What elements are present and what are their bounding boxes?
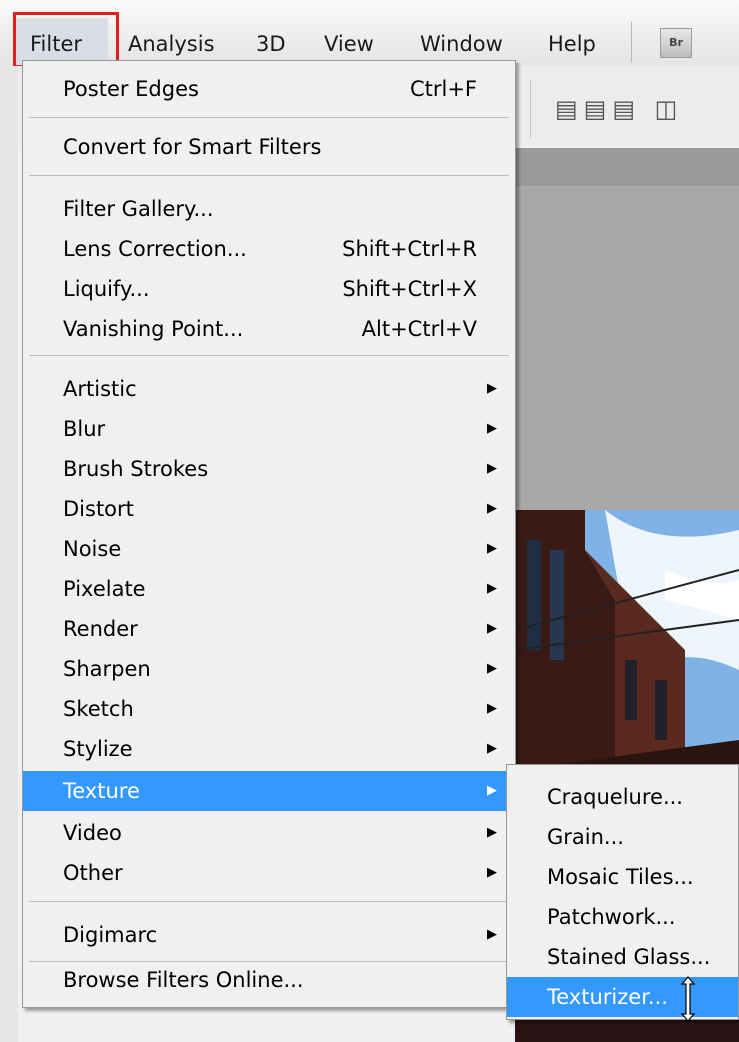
menu-item-liquify[interactable]: Liquify... Shift+Ctrl+X: [23, 269, 515, 309]
submenu-arrow-icon: ▶: [487, 927, 497, 942]
menu-item-label: Lens Correction...: [63, 237, 247, 261]
menu-item-label: Filter Gallery...: [63, 197, 214, 221]
options-divider: [530, 80, 531, 138]
menu-item-shortcut: Alt+Ctrl+V: [361, 317, 477, 341]
menu-window[interactable]: Window: [420, 30, 503, 58]
submenu-item-label: Grain...: [547, 825, 624, 849]
submenu-arrow-icon: ▶: [487, 421, 497, 436]
menu-item-label: Stylize: [63, 737, 133, 761]
menu-item-label: Render: [63, 617, 138, 641]
menubar-divider: [631, 22, 632, 62]
menu-item-label: Distort: [63, 497, 134, 521]
submenu-arrow-icon: ▶: [487, 581, 497, 596]
submenu-arrow-icon: ▶: [487, 865, 497, 880]
align-icons[interactable]: ▤▤▤ ◫: [555, 95, 683, 123]
menu-item-lens-correction[interactable]: Lens Correction... Shift+Ctrl+R: [23, 229, 515, 269]
menu-item-label: Video: [63, 821, 122, 845]
submenu-arrow-icon: ▶: [487, 825, 497, 840]
menu-item-blur[interactable]: Blur ▶: [23, 409, 515, 449]
submenu-item-craquelure[interactable]: Craquelure...: [507, 777, 738, 817]
menu-analysis[interactable]: Analysis: [128, 30, 215, 58]
submenu-arrow-icon: ▶: [487, 701, 497, 716]
filter-menu: Poster Edges Ctrl+F Convert for Smart Fi…: [22, 60, 516, 988]
menu-separator: [29, 117, 509, 118]
menu-item-shortcut: Shift+Ctrl+R: [342, 237, 477, 261]
menu-item-video[interactable]: Video ▶: [23, 813, 515, 853]
menu-item-texture[interactable]: Texture ▶: [23, 771, 515, 811]
menu-item-artistic[interactable]: Artistic ▶: [23, 369, 515, 409]
menu-item-vanishing-point[interactable]: Vanishing Point... Alt+Ctrl+V: [23, 309, 515, 349]
menu-item-digimarc[interactable]: Digimarc ▶: [23, 915, 515, 955]
menu-help[interactable]: Help: [548, 30, 596, 58]
menu-item-label: Sketch: [63, 697, 134, 721]
submenu-item-mosaic-tiles[interactable]: Mosaic Tiles...: [507, 857, 738, 897]
menu-item-browse-filters-row[interactable]: Browse Filters Online...: [22, 968, 516, 1008]
menu-bar: Filter Analysis 3D View Window Help Br: [0, 0, 739, 68]
text-cursor-icon: [680, 975, 696, 1028]
menu-separator: [29, 175, 509, 176]
menu-item-shortcut: Ctrl+F: [409, 77, 477, 101]
submenu-arrow-icon: ▶: [487, 541, 497, 556]
bridge-icon[interactable]: Br: [660, 28, 692, 58]
submenu-arrow-icon: ▶: [487, 381, 497, 396]
menu-item-label: Noise: [63, 537, 122, 561]
menu-item-label: Other: [63, 861, 123, 885]
menu-item-other[interactable]: Other ▶: [23, 853, 515, 893]
submenu-item-patchwork[interactable]: Patchwork...: [507, 897, 738, 937]
submenu-item-label: Patchwork...: [547, 905, 676, 929]
menu-item-label: Browse Filters Online...: [63, 968, 304, 992]
menu-item-filter-gallery[interactable]: Filter Gallery...: [23, 189, 515, 229]
submenu-arrow-icon: ▶: [487, 621, 497, 636]
menu-item-label: Pixelate: [63, 577, 146, 601]
menu-item-sharpen[interactable]: Sharpen ▶: [23, 649, 515, 689]
menu-item-label: Texture: [63, 779, 140, 803]
menu-view[interactable]: View: [324, 30, 374, 58]
submenu-arrow-icon: ▶: [487, 501, 497, 516]
menu-item-distort[interactable]: Distort ▶: [23, 489, 515, 529]
menu-item-pixelate[interactable]: Pixelate ▶: [23, 569, 515, 609]
menu-item-brush-strokes[interactable]: Brush Strokes ▶: [23, 449, 515, 489]
menu-item-label: Poster Edges: [63, 77, 199, 101]
menu-item-label: Brush Strokes: [63, 457, 209, 481]
document-tab-bar: [515, 148, 739, 186]
menu-item-label: Convert for Smart Filters: [63, 135, 322, 159]
menu-item-last-filter[interactable]: Poster Edges Ctrl+F: [23, 69, 515, 109]
menu-item-label: Sharpen: [63, 657, 151, 681]
menu-item-stylize[interactable]: Stylize ▶: [23, 729, 515, 769]
menu-item-noise[interactable]: Noise ▶: [23, 529, 515, 569]
submenu-item-label: Craquelure...: [547, 785, 683, 809]
submenu-arrow-icon: ▶: [487, 783, 497, 798]
submenu-item-stained-glass[interactable]: Stained Glass...: [507, 937, 738, 977]
tools-panel-edge: [0, 66, 18, 1042]
menu-separator: [29, 355, 509, 356]
submenu-arrow-icon: ▶: [487, 741, 497, 756]
menu-separator: [29, 901, 509, 902]
menu-item-sketch[interactable]: Sketch ▶: [23, 689, 515, 729]
menu-item-label: Liquify...: [63, 277, 150, 301]
texture-submenu: Craquelure... Grain... Mosaic Tiles... P…: [506, 764, 739, 1020]
menu-item-label: Blur: [63, 417, 106, 441]
menu-item-label: Digimarc: [63, 923, 158, 947]
submenu-item-label: Stained Glass...: [547, 945, 711, 969]
submenu-item-texturizer[interactable]: Texturizer...: [507, 977, 738, 1017]
submenu-arrow-icon: ▶: [487, 461, 497, 476]
menu-item-label: Artistic: [63, 377, 137, 401]
menu-item-convert-smart-filters[interactable]: Convert for Smart Filters: [23, 127, 515, 167]
menu-item-render[interactable]: Render ▶: [23, 609, 515, 649]
submenu-item-label: Texturizer...: [547, 985, 668, 1009]
menu-3d[interactable]: 3D: [256, 30, 286, 58]
submenu-arrow-icon: ▶: [487, 661, 497, 676]
menu-item-shortcut: Shift+Ctrl+X: [342, 277, 477, 301]
submenu-item-grain[interactable]: Grain...: [507, 817, 738, 857]
submenu-item-label: Mosaic Tiles...: [547, 865, 694, 889]
menu-item-label: Vanishing Point...: [63, 317, 244, 341]
